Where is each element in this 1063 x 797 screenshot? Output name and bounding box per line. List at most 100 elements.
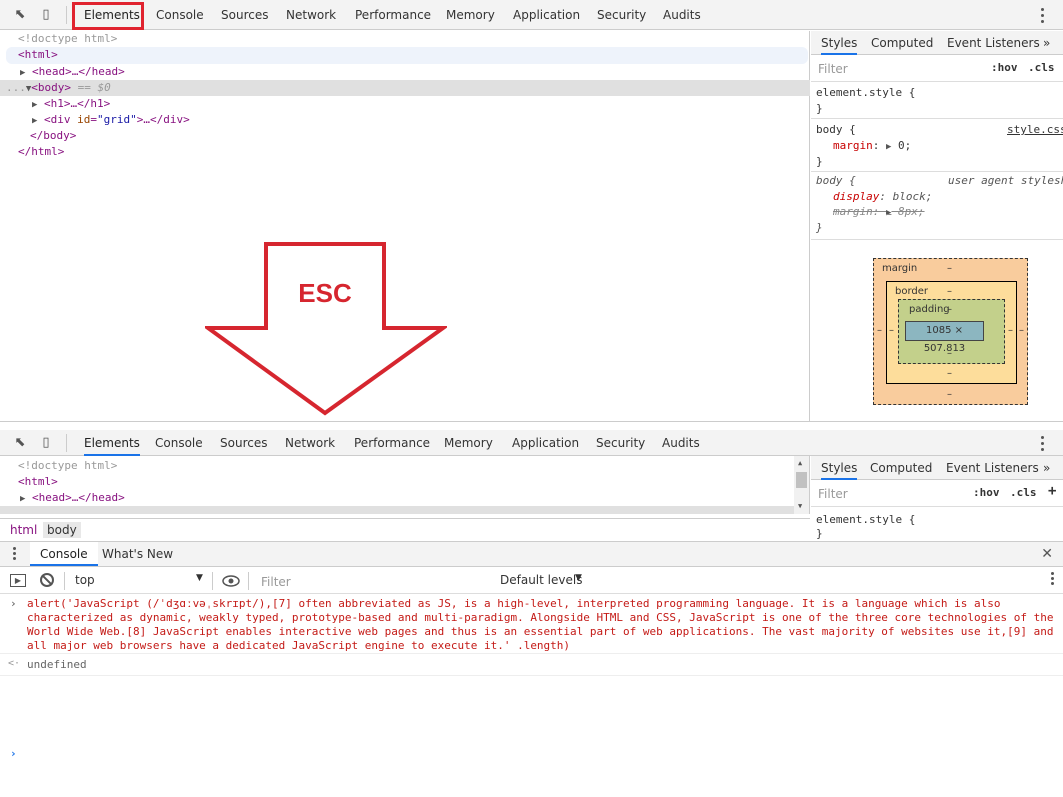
styles-filter-input[interactable]: Filter (818, 487, 848, 501)
dom-body-selected[interactable] (0, 506, 794, 514)
dom-html-open[interactable]: <html> (18, 474, 58, 490)
device-toolbar-icon[interactable]: ▯ (38, 7, 54, 23)
console-output[interactable]: › alert('JavaScript (/ˈdʒɑːvəˌskrɪpt/),[… (0, 595, 1063, 797)
console-input-prompt[interactable]: › (10, 747, 17, 760)
drawer-menu-icon[interactable] (13, 547, 17, 560)
expand-triangle-icon[interactable]: ▶ (20, 68, 25, 78)
console-filter-input[interactable]: Filter (254, 571, 490, 591)
expand-triangle-icon[interactable]: ▶ (886, 142, 891, 152)
css-value[interactable]: 0; (898, 139, 911, 152)
tag-h1: <h1>…</h1> (44, 97, 111, 110)
styles-subtabs: Styles Computed Event Listeners » (811, 31, 1063, 55)
breadcrumb-body[interactable]: body (43, 522, 81, 538)
styles-filter-input[interactable]: Filter (818, 62, 848, 76)
border-bottom-value: – (947, 368, 952, 379)
rule-body-useragent: body { user agent stylesheet display: bl… (811, 173, 1063, 240)
dom-head[interactable]: ▶ <head>…</head> (20, 64, 125, 80)
css-property[interactable]: margin (833, 139, 873, 152)
tab-audits[interactable]: Audits (663, 0, 701, 30)
devtools-top: ⬉ ▯ Elements Console Sources Network Per… (0, 0, 1063, 422)
tab-computed[interactable]: Computed (870, 456, 932, 480)
levels-dropdown-icon[interactable]: ▼ (575, 573, 582, 583)
rule-element-style: element.style { } (811, 83, 1063, 119)
dom-div-grid[interactable]: ▶ <div id="grid">…</div> (32, 112, 190, 128)
scroll-down-icon[interactable]: ▼ (798, 502, 802, 510)
context-selector[interactable]: top (75, 573, 95, 587)
dom-body-selected[interactable]: ...▼<body> == $0 (0, 80, 810, 96)
tab-audits[interactable]: Audits (662, 430, 700, 456)
tab-console[interactable]: Console (156, 0, 204, 30)
eye-icon[interactable] (222, 572, 240, 590)
console-settings-icon[interactable] (1051, 572, 1055, 585)
tab-computed[interactable]: Computed (871, 31, 933, 55)
tab-security[interactable]: Security (597, 0, 646, 30)
device-toolbar-icon[interactable]: ▯ (38, 435, 54, 451)
tab-application[interactable]: Application (512, 430, 579, 456)
dom-html-open[interactable]: <html> (6, 47, 808, 64)
dom-scrollbar[interactable]: ▲ ▼ (794, 456, 809, 514)
padding-label: padding (909, 304, 950, 315)
scroll-thumb[interactable] (796, 472, 807, 488)
tab-memory[interactable]: Memory (446, 0, 495, 30)
tab-security[interactable]: Security (596, 430, 645, 456)
cls-button[interactable]: .cls (1028, 61, 1055, 74)
more-tabs-icon[interactable]: » (1043, 456, 1050, 480)
tab-network[interactable]: Network (286, 0, 336, 30)
tab-styles[interactable]: Styles (821, 456, 858, 480)
tag-head: <head>…</head> (32, 491, 125, 504)
inspect-element-icon[interactable]: ⬉ (12, 435, 28, 451)
more-tabs-icon[interactable]: » (1043, 31, 1050, 55)
drawer-tab-whats-new[interactable]: What's New (102, 542, 173, 566)
tab-sources[interactable]: Sources (220, 430, 267, 456)
more-options-icon[interactable] (1041, 434, 1045, 452)
hov-button[interactable]: :hov (991, 61, 1018, 74)
rule-selector: body { (816, 174, 856, 187)
box-model-content[interactable]: 1085 × 507.813 (905, 321, 984, 354)
inspect-element-icon[interactable]: ⬉ (12, 7, 28, 23)
close-drawer-icon[interactable]: ✕ (1041, 546, 1053, 562)
scroll-up-icon[interactable]: ▲ (798, 459, 802, 467)
dom-head[interactable]: ▶ <head>…</head> (20, 490, 125, 507)
tab-performance[interactable]: Performance (355, 0, 431, 30)
close-brace: } (816, 528, 823, 540)
tab-styles[interactable]: Styles (821, 31, 858, 55)
tab-performance[interactable]: Performance (354, 430, 430, 456)
styles-filter-row: Filter :hov .cls (811, 56, 1063, 82)
hov-button[interactable]: :hov (973, 486, 1000, 499)
margin-left-value: – (877, 325, 882, 336)
expand-triangle-icon[interactable]: ▶ (32, 116, 37, 126)
log-levels-dropdown[interactable]: Default levels (500, 573, 582, 587)
dom-ellipsis: ... (6, 81, 26, 94)
tab-console[interactable]: Console (155, 430, 203, 456)
tab-application[interactable]: Application (513, 0, 580, 30)
clear-console-icon[interactable] (40, 573, 54, 587)
css-value: block; (892, 190, 933, 203)
margin-top-value: – (947, 263, 952, 274)
context-dropdown-icon[interactable]: ▼ (196, 573, 203, 583)
breadcrumb-html[interactable]: html (6, 522, 41, 538)
element-style-selector[interactable]: element.style { (816, 512, 915, 528)
main-tabbar: ⬉ ▯ Elements Console Sources Network Per… (0, 0, 1063, 30)
element-style-selector[interactable]: element.style { (816, 85, 915, 101)
tab-elements[interactable]: Elements (84, 430, 140, 456)
return-marker-icon: <· (8, 658, 21, 669)
new-style-rule-button[interactable]: + (1048, 483, 1056, 499)
sidebar-toggle-icon[interactable]: ▶ (10, 574, 26, 587)
tab-network[interactable]: Network (285, 430, 335, 456)
rule-selector[interactable]: body { (816, 122, 856, 138)
expand-triangle-icon[interactable]: ▶ (32, 100, 37, 110)
box-model-margin[interactable]: margin – – – – border – – – – padding – … (873, 258, 1028, 405)
tab-sources[interactable]: Sources (221, 0, 268, 30)
tab-memory[interactable]: Memory (444, 430, 493, 456)
dom-h1[interactable]: ▶ <h1>…</h1> (32, 96, 110, 112)
tab-event-listeners[interactable]: Event Listeners (947, 31, 1040, 55)
box-model-border[interactable]: border – – – – padding – – 1085 × 507.81… (886, 281, 1017, 384)
drawer-tab-console[interactable]: Console (30, 542, 98, 566)
cls-button[interactable]: .cls (1010, 486, 1037, 499)
box-model-padding[interactable]: padding – – 1085 × 507.813 (898, 299, 1005, 364)
tab-event-listeners[interactable]: Event Listeners (946, 456, 1039, 480)
source-link[interactable]: style.css (1007, 122, 1063, 138)
more-options-icon[interactable] (1041, 6, 1045, 24)
styles-sidebar: Styles Computed Event Listeners » Filter… (811, 31, 1063, 421)
css-property: display (833, 190, 880, 203)
